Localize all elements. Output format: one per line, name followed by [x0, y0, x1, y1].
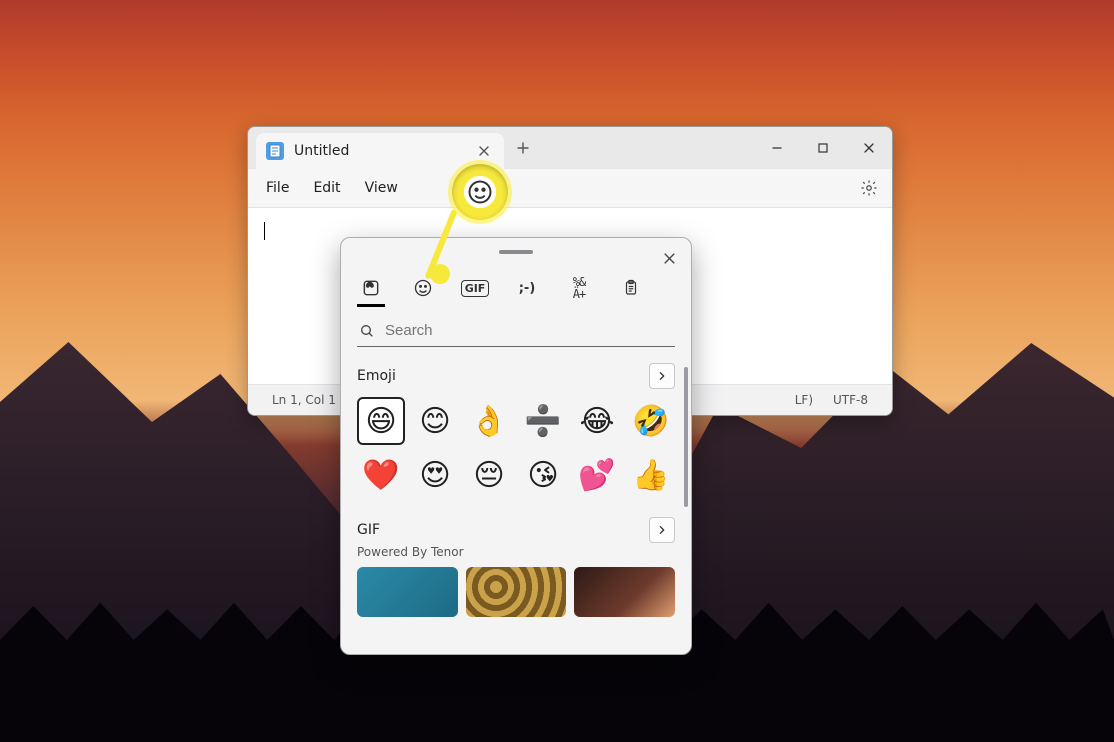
gif-thumbnail[interactable] [357, 567, 458, 617]
expand-emoji-button[interactable] [649, 363, 675, 389]
menubar: File Edit View [248, 169, 892, 208]
tab-symbols[interactable]: %&Ä+ [565, 272, 593, 307]
maximize-button[interactable] [800, 127, 846, 169]
emoji-cell[interactable]: ❤️ [357, 451, 405, 499]
minimize-button[interactable] [754, 127, 800, 169]
search-box[interactable] [357, 317, 675, 347]
gif-thumbnail[interactable] [574, 567, 675, 617]
close-button[interactable] [846, 127, 892, 169]
emoji-cell[interactable]: 😄 [357, 397, 405, 445]
symbols-icon: %&Ä+ [573, 276, 585, 300]
section-heading-gif: GIF [357, 522, 380, 538]
tab-kaomoji[interactable]: ;-) [513, 272, 541, 307]
emoji-cell[interactable]: 👌 [465, 397, 513, 445]
titlebar[interactable]: Untitled [248, 127, 892, 169]
emoji-cell[interactable]: 😔 [465, 451, 513, 499]
section-heading-emoji: Emoji [357, 368, 396, 384]
menu-file[interactable]: File [254, 174, 301, 202]
gif-subtitle: Powered By Tenor [357, 545, 675, 559]
callout-highlight-circle [452, 164, 508, 220]
emoji-cell[interactable]: 😊 [411, 397, 459, 445]
emoji-cell[interactable]: 😘 [519, 451, 567, 499]
tab-recent[interactable] [357, 272, 385, 307]
smiley-icon [466, 178, 494, 206]
menu-view[interactable]: View [353, 174, 410, 202]
emoji-cell[interactable]: ➗ [519, 397, 567, 445]
text-caret [264, 222, 265, 240]
expand-gif-button[interactable] [649, 517, 675, 543]
menu-edit[interactable]: Edit [301, 174, 352, 202]
status-line-ending: LF) [785, 393, 823, 407]
search-row [341, 307, 691, 353]
kaomoji-icon: ;-) [519, 281, 536, 296]
document-tab[interactable]: Untitled [256, 133, 504, 169]
tab-close-button[interactable] [472, 139, 496, 163]
search-input[interactable] [383, 321, 673, 340]
tab-gif[interactable]: GIF [461, 272, 489, 307]
emoji-grid: 😄😊👌➗😂🤣 ❤️😍😔😘💕👍 [357, 397, 675, 499]
emoji-cell[interactable]: 🤣 [627, 397, 675, 445]
panel-scroll-area[interactable]: Emoji 😄😊👌➗😂🤣 ❤️😍😔😘💕👍 GIF Powered By Tenor [341, 353, 691, 654]
settings-button[interactable] [852, 171, 886, 205]
panel-close-button[interactable] [655, 244, 683, 272]
panel-drag-row[interactable] [341, 238, 691, 266]
tab-title: Untitled [294, 143, 349, 159]
gif-thumbnail[interactable] [466, 567, 567, 617]
status-lncol: Ln 1, Col 1 [262, 393, 346, 407]
caption-buttons [754, 127, 892, 169]
new-tab-button[interactable] [504, 127, 542, 169]
search-icon [359, 323, 375, 339]
emoji-cell[interactable]: 👍 [627, 451, 675, 499]
tab-clipboard[interactable] [617, 272, 645, 307]
status-encoding: UTF-8 [823, 393, 878, 407]
emoji-cell[interactable]: 😍 [411, 451, 459, 499]
callout-endpoint [430, 264, 450, 284]
desktop-wallpaper: Untitled File Edi [0, 0, 1114, 742]
gif-thumbnails-row [357, 567, 675, 617]
drag-handle-icon [499, 250, 533, 254]
category-tabs: GIF ;-) %&Ä+ [341, 266, 691, 307]
notepad-icon [266, 142, 284, 160]
gif-icon: GIF [461, 280, 490, 297]
emoji-cell[interactable]: 💕 [573, 451, 621, 499]
emoji-picker-panel: GIF ;-) %&Ä+ [340, 237, 692, 655]
scrollbar-thumb[interactable] [684, 367, 688, 507]
emoji-cell[interactable]: 😂 [573, 397, 621, 445]
